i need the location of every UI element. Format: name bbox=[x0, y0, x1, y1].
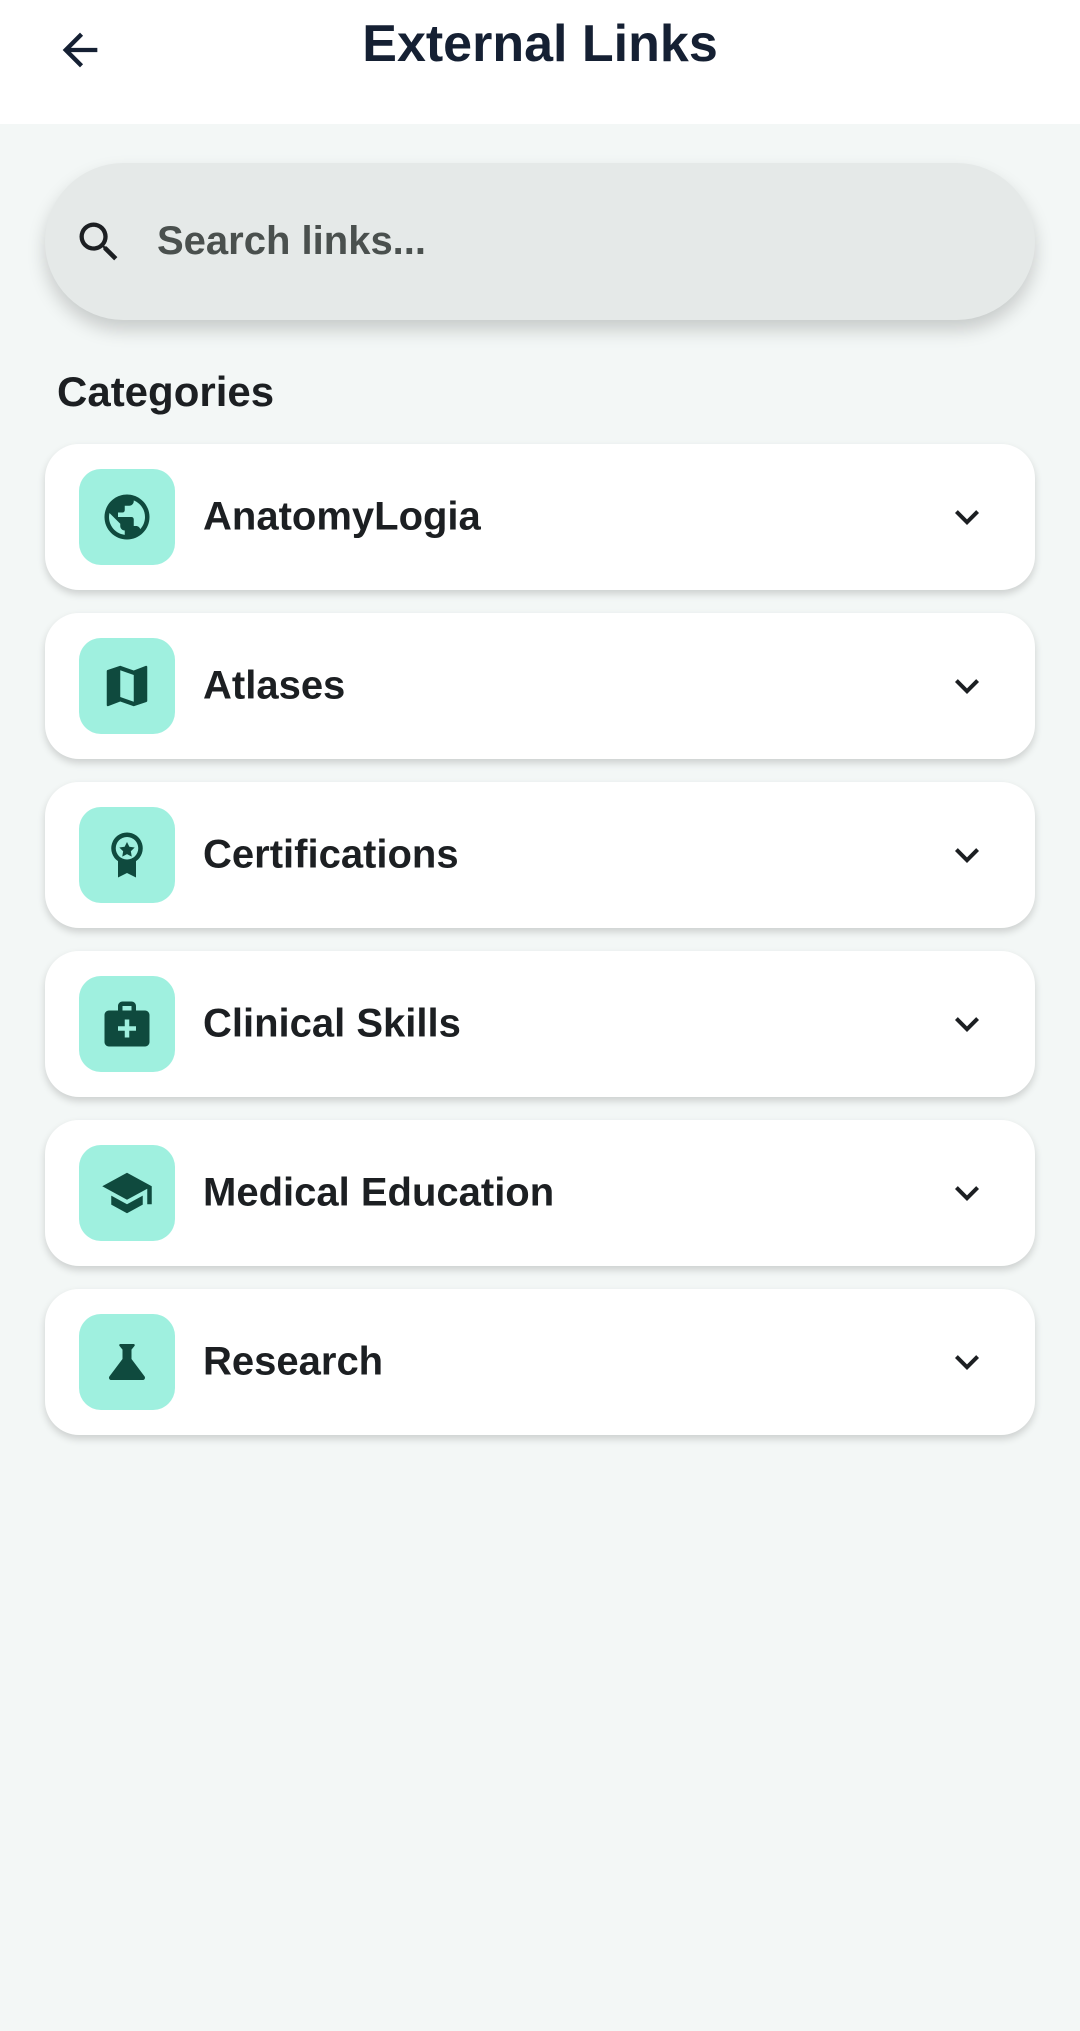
category-label: Research bbox=[203, 1339, 384, 1384]
category-list: AnatomyLogia Atlases Certifications Clin… bbox=[45, 444, 1035, 1458]
chevron-down-icon[interactable] bbox=[943, 662, 991, 710]
category-label: Atlases bbox=[203, 663, 346, 708]
app-bar: External Links bbox=[0, 0, 1080, 124]
category-label: AnatomyLogia bbox=[203, 494, 481, 539]
chevron-down-icon[interactable] bbox=[943, 493, 991, 541]
flask-icon bbox=[109, 1344, 145, 1380]
category-label: Clinical Skills bbox=[203, 1001, 461, 1046]
medical-bag-icon bbox=[104, 1001, 150, 1047]
chevron-down-icon[interactable] bbox=[943, 831, 991, 879]
page-title: External Links bbox=[362, 15, 718, 73]
category-card-anatomylogia[interactable]: AnatomyLogia bbox=[45, 444, 1035, 590]
map-icon bbox=[106, 665, 148, 707]
category-card-certifications[interactable]: Certifications bbox=[45, 782, 1035, 928]
category-icon-badge bbox=[79, 638, 175, 734]
category-label: Certifications bbox=[203, 832, 459, 877]
globe-icon bbox=[104, 494, 150, 540]
search-input[interactable] bbox=[157, 201, 977, 282]
category-icon-badge bbox=[79, 1145, 175, 1241]
category-icon-badge bbox=[79, 1314, 175, 1410]
category-icon-badge bbox=[79, 976, 175, 1072]
search-bar[interactable] bbox=[45, 163, 1035, 320]
section-heading: Categories bbox=[57, 368, 275, 415]
category-card-atlases[interactable]: Atlases bbox=[45, 613, 1035, 759]
category-label: Medical Education bbox=[203, 1170, 555, 1215]
chevron-down-icon[interactable] bbox=[943, 1000, 991, 1048]
category-card-clinical-skills[interactable]: Clinical Skills bbox=[45, 951, 1035, 1097]
chevron-down-icon[interactable] bbox=[943, 1338, 991, 1386]
category-icon-badge bbox=[79, 469, 175, 565]
search-icon bbox=[79, 222, 118, 260]
category-card-research[interactable]: Research bbox=[45, 1289, 1035, 1435]
award-icon bbox=[111, 832, 143, 878]
chevron-down-icon[interactable] bbox=[943, 1169, 991, 1217]
category-card-medical-education[interactable]: Medical Education bbox=[45, 1120, 1035, 1266]
category-icon-badge bbox=[79, 807, 175, 903]
graduation-cap-icon bbox=[102, 1172, 152, 1214]
